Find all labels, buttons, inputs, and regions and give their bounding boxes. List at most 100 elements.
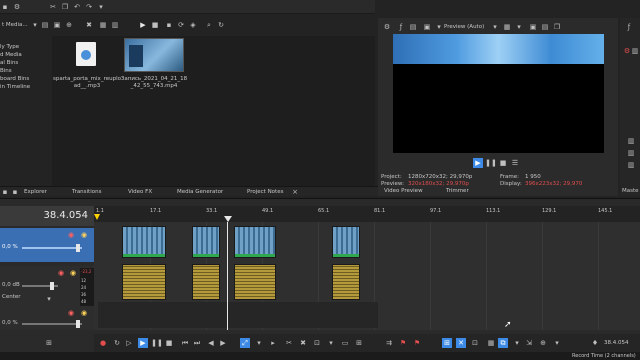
zoom-icon[interactable]: ⊕ (538, 338, 548, 348)
video-clip[interactable] (122, 226, 166, 258)
play-icon[interactable]: ▶ (138, 338, 148, 348)
pause-icon[interactable]: ❚❚ (151, 338, 163, 348)
copy-snapshot-icon[interactable]: ❐ (552, 22, 562, 32)
auto-preview-icon[interactable]: ▪ (164, 20, 174, 30)
tree-item[interactable]: ly Type (0, 44, 19, 50)
record-icon[interactable]: ● (98, 338, 108, 348)
media-dropdown[interactable]: t Media... (2, 22, 28, 28)
chevron-down-icon[interactable]: ▾ (514, 22, 524, 32)
solo-icon[interactable]: ◉ (79, 308, 89, 318)
envelope-icon[interactable]: ⚑ (398, 338, 408, 348)
tree-item[interactable]: Bins (0, 68, 12, 74)
copy-icon[interactable]: ❐ (60, 2, 70, 12)
normal-edit-tool-icon[interactable]: ⤢ (240, 338, 250, 348)
fx-icon[interactable]: ƒ (396, 22, 406, 32)
slider-handle[interactable] (50, 282, 54, 290)
tree-item[interactable]: al Bins (0, 60, 18, 66)
solo-icon[interactable]: ◉ (68, 268, 78, 278)
region-icon[interactable]: ▭ (340, 338, 350, 348)
loop-icon[interactable]: ↻ (112, 338, 122, 348)
tag-icon[interactable]: ◈ (188, 20, 198, 30)
overlay-icon[interactable]: ▣ (422, 22, 432, 32)
lock-envelopes-icon[interactable]: ⊡ (470, 338, 480, 348)
import-icon[interactable]: ▤ (40, 20, 50, 30)
trim-icon[interactable]: ▸ (268, 338, 278, 348)
gear-icon[interactable]: ⚙ (382, 22, 392, 32)
audio-clip[interactable] (234, 264, 276, 300)
audio-track-header[interactable]: ◉ ◉ 0,0 dB Center ▾ -23,2 12 24 36 48 (0, 266, 94, 306)
video-clip[interactable] (192, 226, 220, 258)
level-slider[interactable] (22, 323, 82, 325)
cut-icon[interactable]: ✂ (48, 2, 58, 12)
snapshot-icon[interactable]: ▣ (528, 22, 538, 32)
chevron-down-icon[interactable]: ▾ (434, 22, 444, 32)
pan-handle-icon[interactable]: ▾ (44, 294, 54, 304)
slider-handle[interactable] (76, 320, 80, 328)
undo-icon[interactable]: ↶ (72, 2, 82, 12)
next-frame-icon[interactable]: ▶ (218, 338, 228, 348)
meter-icon[interactable]: ▥ (626, 148, 636, 158)
dock-icon[interactable]: ▪ (0, 187, 10, 197)
get-media-icon[interactable]: ⊕ (64, 20, 74, 30)
tab-trimmer[interactable]: Trimmer (446, 188, 469, 194)
mute-icon[interactable]: ◉ (66, 230, 76, 240)
capture-icon[interactable]: ▣ (52, 20, 62, 30)
tab-video-fx[interactable]: Video FX (128, 189, 152, 195)
tab-master[interactable]: Maste (622, 188, 639, 194)
empty-video-track[interactable] (98, 302, 378, 328)
window-icon[interactable]: ▪ (0, 2, 10, 12)
audio-clip[interactable] (192, 264, 220, 300)
tab-transitions[interactable]: Transitions (72, 189, 101, 195)
chevron-down-icon[interactable]: ▾ (512, 338, 522, 348)
preview-quality-dropdown[interactable]: Preview (Auto) (444, 24, 484, 30)
enable-snapping-icon[interactable]: ⊞ (442, 338, 452, 348)
layout-icon[interactable]: ▦ (502, 22, 512, 32)
audio-clip[interactable] (332, 264, 360, 300)
audio-clip[interactable] (122, 264, 166, 300)
menu-icon[interactable]: ☰ (510, 158, 520, 168)
grouping-icon[interactable]: ▦ (486, 338, 496, 348)
play-from-start-icon[interactable]: ▷ (124, 338, 134, 348)
tree-item[interactable]: in Timeline (0, 84, 30, 90)
delete-icon[interactable]: ✖ (298, 338, 308, 348)
mute-icon[interactable]: ◉ (56, 268, 66, 278)
tab-video-preview[interactable]: Video Preview (384, 188, 423, 194)
tab-project-notes[interactable]: Project Notes (247, 189, 283, 195)
level-slider[interactable] (22, 247, 82, 249)
video-file-thumbnail[interactable] (124, 38, 184, 72)
automation-icon[interactable]: ⚑ (412, 338, 422, 348)
remove-icon[interactable]: ✖ (84, 20, 94, 30)
loop-marker[interactable] (94, 214, 100, 220)
play-icon[interactable]: ▶ (138, 20, 148, 30)
properties-icon[interactable]: ▥ (110, 20, 120, 30)
video-track-header[interactable]: ◉ ◉ 0,0 % (0, 228, 94, 262)
ignore-grouping-icon[interactable]: ⧉ (498, 338, 508, 348)
views-icon[interactable]: ▦ (98, 20, 108, 30)
track-options-icon[interactable]: ⊞ (44, 338, 54, 348)
stop-icon[interactable]: ■ (150, 20, 160, 30)
meter-icon[interactable]: ▥ (626, 160, 636, 170)
meter-icon[interactable]: ▥ (626, 136, 636, 146)
solo-icon[interactable]: ◉ (79, 230, 89, 240)
pause-icon[interactable]: ❚❚ (485, 158, 497, 168)
tab-media-generator[interactable]: Media Generator (177, 189, 223, 195)
audio-file-thumbnail[interactable] (76, 42, 96, 66)
refresh-icon[interactable]: ↻ (216, 20, 226, 30)
gear-icon[interactable]: ⚙ (12, 2, 22, 12)
dock-icon[interactable]: ▪ (10, 187, 20, 197)
chevron-down-icon[interactable]: ▾ (254, 338, 264, 348)
mute-icon[interactable]: ◉ (66, 308, 76, 318)
tree-item[interactable]: board Bins (0, 76, 29, 82)
ripple-icon[interactable]: ⇲ (524, 338, 534, 348)
search-icon[interactable]: ⌕ (204, 20, 214, 30)
slider-handle[interactable] (76, 244, 80, 252)
go-to-end-icon[interactable]: ⏭ (192, 338, 202, 348)
save-snapshot-icon[interactable]: ▤ (540, 22, 550, 32)
loop-icon[interactable]: ⟳ (176, 20, 186, 30)
chevron-down-icon[interactable]: ▾ (552, 338, 562, 348)
play-icon[interactable]: ▶ (473, 158, 483, 168)
go-to-start-icon[interactable]: ⏮ (180, 338, 190, 348)
chevron-down-icon[interactable]: ▾ (30, 20, 40, 30)
tree-item[interactable]: d Media (0, 52, 22, 58)
split-screen-icon[interactable]: ▤ (408, 22, 418, 32)
